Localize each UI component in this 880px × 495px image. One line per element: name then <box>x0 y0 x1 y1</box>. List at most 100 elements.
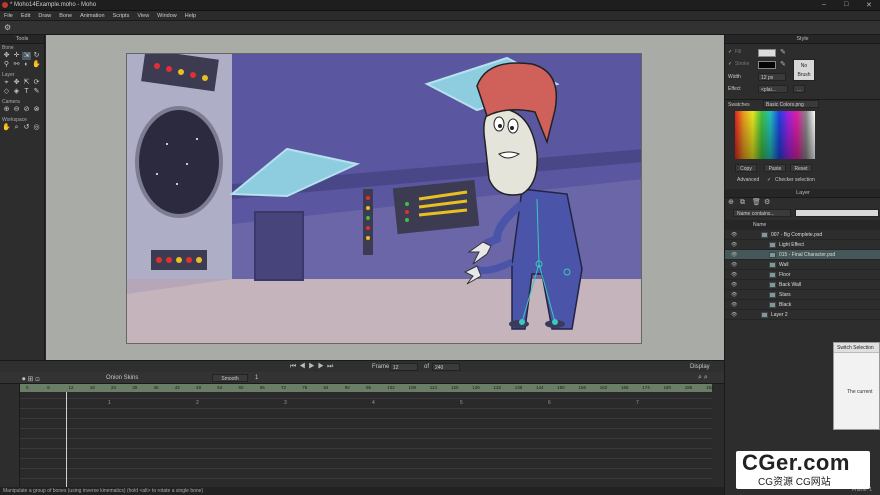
rotate-bone-icon[interactable]: ↻ <box>32 52 41 60</box>
bone-strength-icon[interactable]: ◐ <box>22 61 31 69</box>
layer-row[interactable]: 👁 Back Wall <box>725 280 880 290</box>
ruler-tick-label: 114 <box>429 385 437 390</box>
checker-checkbox-icon[interactable]: ✓ <box>767 175 771 185</box>
layer-filter-select[interactable]: Name contains... <box>733 209 791 217</box>
swatches-select[interactable]: Basic Colors.png <box>763 100 819 108</box>
layer-row[interactable]: 👁 Wall <box>725 260 880 270</box>
effect-select[interactable]: <plai... <box>758 85 788 93</box>
layer-row[interactable]: 👁 Light Effect <box>725 240 880 250</box>
frame-input[interactable]: 12 <box>390 363 418 371</box>
zoom-camera-icon[interactable]: ⊖ <box>12 106 21 114</box>
layer-tool-icon[interactable]: ◈ <box>12 88 21 96</box>
total-frames-input[interactable]: 240 <box>432 363 460 371</box>
menu-draw[interactable]: Draw <box>34 11 55 21</box>
text-tool-icon[interactable]: T <box>22 88 31 96</box>
layer-settings-icon[interactable]: ⚙ <box>764 198 770 208</box>
menu-animation[interactable]: Animation <box>76 11 108 21</box>
ruler-tick-label: 12 <box>68 385 74 390</box>
maximize-icon[interactable]: □ <box>844 1 848 8</box>
menu-help[interactable]: Help <box>181 11 200 21</box>
timeline-zoom-icon[interactable]: ⌕ ⌕ <box>698 374 708 382</box>
fill-color-swatch[interactable] <box>758 49 776 57</box>
menu-edit[interactable]: Edit <box>17 11 34 21</box>
second-marker: 7 <box>636 400 639 406</box>
fill-eyedropper-icon[interactable]: ✎ <box>780 48 786 56</box>
select-bone-icon[interactable]: ✥ <box>2 52 11 60</box>
menu-file[interactable]: File <box>0 11 17 21</box>
rotate-layer-icon[interactable]: ⟳ <box>32 79 41 87</box>
ruler-tick-label: 54 <box>217 385 223 390</box>
pan-workspace-icon[interactable]: ✋ <box>2 124 11 132</box>
timeline-ruler[interactable]: 0 6 12 18 24 30 36 42 48 54 60 66 72 78 84 90 96 102 108 11… <box>20 384 714 392</box>
zoom-workspace-icon[interactable]: ⌕ <box>12 124 21 132</box>
menu-scripts[interactable]: Scripts <box>109 11 134 21</box>
stroke-checkbox-icon[interactable]: ✓ <box>728 59 732 69</box>
layer-row[interactable]: 👁 Floor <box>725 270 880 280</box>
advanced-label[interactable]: Advanced <box>737 175 759 185</box>
menu-view[interactable]: View <box>133 11 153 21</box>
layer-row[interactable]: 👁 Stars <box>725 290 880 300</box>
visibility-eye-icon[interactable]: 👁 <box>731 300 737 310</box>
visibility-eye-icon[interactable]: 👁 <box>731 290 737 300</box>
scale-bone-icon[interactable]: ⇲ <box>22 52 31 60</box>
duplicate-layer-icon[interactable]: ⧉ <box>740 198 745 208</box>
timeline-tracks[interactable]: 1 2 3 4 5 6 7 <box>20 392 712 490</box>
ruler-tick-label: 90 <box>344 385 350 390</box>
stroke-eyedropper-icon[interactable]: ✎ <box>780 60 786 68</box>
fill-checkbox-icon[interactable]: ✓ <box>728 47 732 57</box>
roll-camera-icon[interactable]: ⊘ <box>22 106 31 114</box>
shear-layer-icon[interactable]: ◇ <box>2 88 11 96</box>
layer-filter-input[interactable] <box>795 209 879 217</box>
visibility-eye-icon[interactable]: 👁 <box>731 260 737 270</box>
paste-button[interactable]: Paste <box>764 164 786 172</box>
set-origin-icon[interactable]: ⌖ <box>2 79 11 87</box>
second-marker: 3 <box>284 400 287 406</box>
color-swatches-grid[interactable] <box>735 111 815 159</box>
watermark: CGer.com CG资源 CG网站 <box>736 450 870 489</box>
track-camera-icon[interactable]: ⊕ <box>2 106 11 114</box>
visibility-eye-icon[interactable]: 👁 <box>731 270 737 280</box>
layer-row[interactable]: 👁 007 - Bg Complete.psd <box>725 230 880 240</box>
reparent-bone-icon[interactable]: ⚯ <box>12 61 21 69</box>
display-menu[interactable]: Display <box>690 364 710 370</box>
translate-layer-icon[interactable]: ✥ <box>12 79 21 87</box>
visibility-eye-icon[interactable]: 👁 <box>731 230 737 240</box>
onion-skins-label[interactable]: Onion Skins <box>106 375 138 381</box>
rotate-workspace-icon[interactable]: ↺ <box>22 124 31 132</box>
minimize-icon[interactable]: – <box>822 1 826 8</box>
layer-row[interactable]: 👁 Layer 2 <box>725 310 880 320</box>
reset-button[interactable]: Reset <box>790 164 812 172</box>
visibility-eye-icon[interactable]: 👁 <box>731 250 737 260</box>
tools-section-layer: Layer <box>2 72 15 78</box>
menu-bone[interactable]: Bone <box>55 11 76 21</box>
visibility-eye-icon[interactable]: 👁 <box>731 240 737 250</box>
interpolation-select[interactable]: Smooth <box>212 374 248 382</box>
close-icon[interactable]: ✕ <box>866 1 872 9</box>
effect-options-button[interactable]: … <box>793 85 805 93</box>
pan-tilt-icon[interactable]: ⊗ <box>32 106 41 114</box>
width-input[interactable]: 12 px <box>758 73 786 81</box>
visibility-eye-icon[interactable]: 👁 <box>731 280 737 290</box>
delete-layer-icon[interactable]: 🗑 <box>752 198 761 208</box>
add-bone-icon[interactable]: ⚲ <box>2 61 11 69</box>
scale-layer-icon[interactable]: ⇱ <box>22 79 31 87</box>
menu-window[interactable]: Window <box>153 11 181 21</box>
key-tools-icon[interactable]: ⏺ ⊞ ⊡ <box>22 375 40 384</box>
layer-row[interactable]: 👁 Black <box>725 300 880 310</box>
eyedropper-icon[interactable]: ✎ <box>32 88 41 96</box>
layer-row[interactable]: 👁 015 - Final Character.psd <box>725 250 880 260</box>
manipulate-bone-icon[interactable]: ✋ <box>32 61 41 69</box>
scene-stage[interactable] <box>126 53 642 344</box>
copy-button[interactable]: Copy <box>735 164 757 172</box>
playhead[interactable] <box>66 392 67 490</box>
orbit-workspace-icon[interactable]: ◎ <box>32 124 41 132</box>
canvas-viewport[interactable] <box>46 35 724 360</box>
playback-controls-icon[interactable]: ⏮◀▶▶⏭ <box>290 363 336 371</box>
switch-selection-popup[interactable]: Switch Selection The current <box>833 342 880 430</box>
layer-type-icon <box>769 282 776 288</box>
stroke-color-swatch[interactable] <box>758 61 776 69</box>
translate-bone-icon[interactable]: ✛ <box>12 52 21 60</box>
new-layer-icon[interactable]: ⊕ <box>728 198 734 208</box>
visibility-eye-icon[interactable]: 👁 <box>731 310 737 320</box>
bone-ik-icon[interactable]: ⚙ <box>4 23 11 32</box>
